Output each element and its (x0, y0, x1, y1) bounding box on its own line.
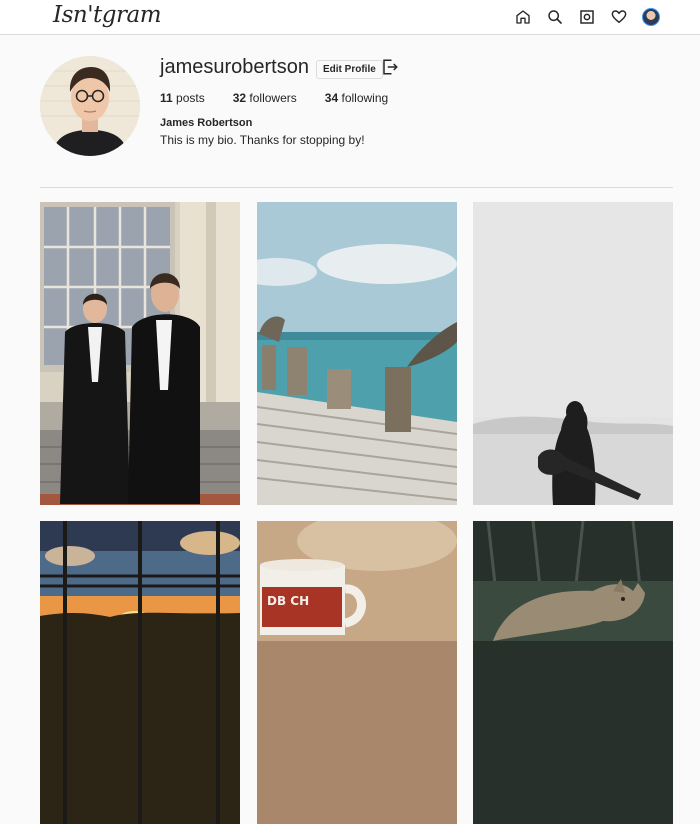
post-tile[interactable] (40, 202, 240, 505)
followers-stat[interactable]: 32 followers (233, 91, 297, 105)
following-stat[interactable]: 34 following (325, 91, 388, 105)
following-count: 34 (324, 91, 339, 105)
followers-count: 32 (232, 91, 247, 105)
post-image-guitarist (473, 202, 673, 505)
posts-label: posts (176, 91, 205, 105)
top-navigation-bar: Isn'tgram (0, 0, 700, 35)
post-tile[interactable] (257, 202, 457, 505)
post-tile[interactable] (40, 521, 240, 824)
camera-icon[interactable] (578, 8, 596, 26)
app-logo[interactable]: Isn'tgram (53, 2, 162, 28)
svg-text:DB CH: DB CH (267, 594, 309, 608)
post-image-pier (257, 202, 457, 505)
edit-profile-button[interactable]: Edit Profile (316, 60, 383, 79)
posts-stat: 11 posts (160, 91, 205, 105)
post-tile[interactable] (473, 202, 673, 505)
followers-label: followers (249, 91, 297, 105)
home-icon[interactable] (514, 8, 532, 26)
profile-full-name: James Robertson (160, 117, 253, 129)
post-image-sunset (40, 521, 240, 824)
avatar[interactable] (642, 8, 660, 26)
profile-photo (40, 56, 140, 156)
profile-stats: 11 posts 32 followers 34 following (160, 91, 416, 105)
posts-count: 11 (160, 91, 173, 105)
profile-username: jamesurobertson (160, 56, 309, 78)
following-label: following (341, 91, 389, 105)
logout-icon[interactable] (381, 58, 399, 76)
divider (40, 187, 673, 188)
search-icon[interactable] (546, 8, 564, 26)
post-image-coyote (473, 521, 673, 824)
profile-bio: This is my bio. Thanks for stopping by! (160, 133, 365, 147)
post-image-tuxedos (40, 202, 240, 505)
heart-icon[interactable] (610, 8, 628, 26)
post-tile[interactable]: DB CH (257, 521, 457, 824)
post-image-coffee-mug: DB CH (257, 521, 457, 824)
post-tile[interactable] (473, 521, 673, 824)
nav-icons (514, 8, 660, 26)
